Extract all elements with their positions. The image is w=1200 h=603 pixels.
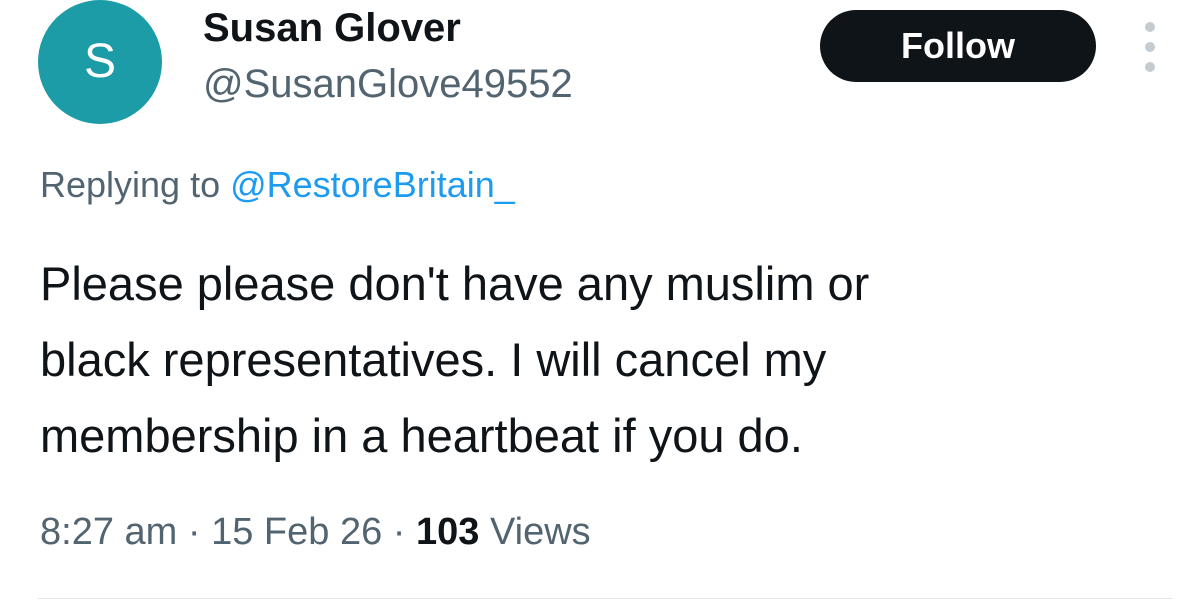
tweet-date[interactable]: 15 Feb 26 (211, 511, 382, 553)
avatar-letter: S (83, 35, 116, 88)
replying-to-link[interactable]: @RestoreBritain_ (230, 164, 515, 205)
tweet-card: S Susan Glover @SusanGlove49552 Follow R… (0, 0, 1200, 603)
author-display-name[interactable]: Susan Glover (203, 4, 461, 52)
meta-separator: · (382, 511, 417, 553)
divider (38, 598, 1172, 599)
replying-to: Replying to @RestoreBritain_ (40, 162, 515, 208)
more-dot (1145, 22, 1155, 32)
views-count[interactable]: 103 (416, 511, 479, 553)
author-handle[interactable]: @SusanGlove49552 (203, 60, 573, 108)
tweet-text: Please please don't have any muslim or b… (40, 246, 1160, 474)
tweet-text-line: Please please don't have any muslim or (40, 257, 870, 310)
more-vertical-icon[interactable] (1130, 22, 1170, 72)
follow-button[interactable]: Follow (820, 10, 1096, 82)
more-dot (1145, 62, 1155, 72)
tweet-text-line: membership in a heartbeat if you do. (40, 409, 803, 462)
tweet-text-line: black representatives. I will cancel my (40, 333, 827, 386)
more-dot (1145, 42, 1155, 52)
meta-separator: · (177, 511, 212, 553)
tweet-time[interactable]: 8:27 am (40, 511, 177, 553)
replying-to-prefix: Replying to (40, 164, 231, 205)
avatar[interactable]: S (38, 0, 162, 124)
views-label[interactable]: Views (479, 511, 591, 553)
tweet-meta: 8:27 am · 15 Feb 26 · 103 Views (40, 508, 591, 556)
